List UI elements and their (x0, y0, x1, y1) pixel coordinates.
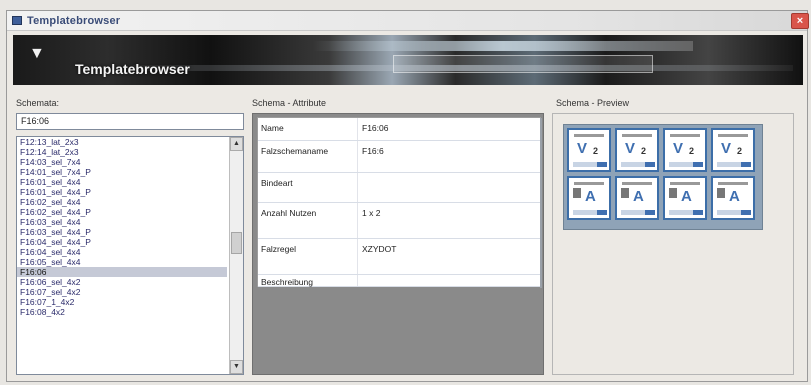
thumb-header-bar (670, 134, 700, 137)
scroll-thumb[interactable] (231, 232, 242, 254)
attribute-value[interactable]: XZYDOT (362, 244, 396, 254)
banner-highlight (393, 55, 653, 73)
thumb-header-bar (622, 134, 652, 137)
list-item[interactable]: F16:06_sel_4x2 (17, 277, 227, 287)
schema-thumbnail[interactable]: V2 (567, 128, 611, 172)
schema-thumbnail[interactable]: V2 (615, 128, 659, 172)
schema-thumbnail[interactable]: V2 (663, 128, 707, 172)
thumb-header-bar (574, 182, 604, 185)
list-item[interactable]: F16:02_sel_4x4_P (17, 207, 227, 217)
schema-thumbnail[interactable]: V2 (711, 128, 755, 172)
thumb-footer-accent (645, 210, 655, 215)
thumb-glyph: V (577, 140, 588, 157)
list-item[interactable]: F16:07_sel_4x2 (17, 287, 227, 297)
thumb-header-bar (718, 182, 748, 185)
attribute-row[interactable]: Name F16:06 (258, 118, 540, 141)
thumb-mini-block (669, 188, 677, 198)
attributes-label: Schema - Attribute (252, 98, 327, 108)
preview-label: Schema - Preview (556, 98, 630, 108)
schemata-list[interactable]: F12:13_lat_2x3 F12:14_lat_2x3 F14:03_sel_7… (16, 136, 244, 375)
list-item[interactable]: F16:08_4x2 (17, 307, 227, 317)
thumb-footer-accent (741, 210, 751, 215)
attribute-name: Falzschemaname (261, 146, 329, 156)
attribute-row[interactable]: Falzregel XZYDOT (258, 239, 540, 275)
thumb-header-bar (574, 134, 604, 137)
list-item[interactable]: F16:01_sel_4x4 (17, 177, 227, 187)
attribute-row[interactable]: Bindeart (258, 173, 540, 203)
table-edge (540, 118, 542, 288)
scroll-up-button[interactable]: ▲ (230, 137, 243, 151)
list-item[interactable]: F16:02_sel_4x4 (17, 197, 227, 207)
list-item[interactable]: F14:03_sel_7x4 (17, 157, 227, 167)
window-title: Templatebrowser (27, 15, 121, 27)
attribute-value[interactable]: F16:06 (362, 123, 388, 133)
attribute-row[interactable]: Falzschemaname F16:6 (258, 141, 540, 173)
thumb-footer-accent (597, 162, 607, 167)
header-banner: ▼ Templatebrowser (13, 35, 803, 85)
schema-thumbnail[interactable]: A (615, 176, 659, 220)
attribute-row[interactable]: Anzahl Nutzen 1 x 2 (258, 203, 540, 239)
list-item[interactable]: F16:03_sel_4x4 (17, 217, 227, 227)
thumb-glyph: A (585, 188, 596, 205)
attribute-name: Anzahl Nutzen (261, 208, 317, 218)
scroll-down-button[interactable]: ▼ (230, 360, 243, 374)
schemata-list-items: F12:13_lat_2x3 F12:14_lat_2x3 F14:03_sel_7… (17, 137, 243, 317)
thumb-number: 2 (593, 146, 599, 156)
schema-thumbnail[interactable]: A (567, 176, 611, 220)
thumb-footer-accent (741, 162, 751, 167)
thumb-number: 2 (737, 146, 743, 156)
thumb-header-bar (670, 182, 700, 185)
list-item[interactable]: F16:03_sel_4x4_P (17, 227, 227, 237)
attribute-value[interactable]: 1 x 2 (362, 208, 380, 218)
attributes-table: Name F16:06 Falzschemaname F16:6 Bindeart Anz… (257, 117, 542, 288)
list-item[interactable]: F16:07_1_4x2 (17, 297, 227, 307)
thumb-footer-accent (693, 162, 703, 167)
schema-preview-panel: V2V2V2V2AAAA (552, 113, 794, 375)
thumb-footer-accent (693, 210, 703, 215)
close-button[interactable]: × (791, 13, 809, 29)
schema-attributes-panel: Name F16:06 Falzschemaname F16:6 Bindeart Anz… (252, 113, 544, 375)
list-item[interactable]: F16:05_sel_4x4 (17, 257, 227, 267)
list-item[interactable]: F12:14_lat_2x3 (17, 147, 227, 157)
schema-filter-input[interactable]: F16:06 (16, 113, 244, 130)
attribute-name: Falzregel (261, 244, 296, 254)
attribute-name: Name (261, 123, 284, 133)
banner-streak (313, 41, 693, 51)
schema-thumbnail[interactable]: A (711, 176, 755, 220)
preview-thumbnails: V2V2V2V2AAAA (563, 124, 763, 230)
thumb-footer-accent (645, 162, 655, 167)
list-item[interactable]: F16:06 (17, 267, 227, 277)
thumb-glyph: V (625, 140, 636, 157)
thumb-glyph: A (729, 188, 740, 205)
thumb-glyph: V (721, 140, 732, 157)
schema-thumbnail[interactable]: A (663, 176, 707, 220)
thumb-mini-block (573, 188, 581, 198)
attribute-name: Beschreibung (261, 277, 313, 287)
thumb-glyph: A (681, 188, 692, 205)
schemata-label: Schemata: (16, 98, 60, 108)
thumb-header-bar (718, 134, 748, 137)
thumb-glyph: A (633, 188, 644, 205)
title-bar[interactable]: Templatebrowser × (7, 11, 809, 31)
thumb-mini-block (717, 188, 725, 198)
thumb-number: 2 (689, 146, 695, 156)
list-scrollbar[interactable]: ▲ ▼ (229, 137, 243, 374)
list-item[interactable]: F16:01_sel_4x4_P (17, 187, 227, 197)
thumb-glyph: V (673, 140, 684, 157)
thumb-header-bar (622, 182, 652, 185)
banner-title: Templatebrowser (75, 61, 190, 77)
list-item[interactable]: F16:04_sel_4x4 (17, 247, 227, 257)
thumb-footer-accent (597, 210, 607, 215)
thumb-number: 2 (641, 146, 647, 156)
list-item[interactable]: F12:13_lat_2x3 (17, 137, 227, 147)
attribute-row[interactable]: Beschreibung (258, 275, 540, 287)
chevron-down-icon: ▼ (29, 45, 45, 62)
attribute-value[interactable]: F16:6 (362, 146, 384, 156)
app-icon (12, 16, 22, 25)
attribute-name: Bindeart (261, 178, 293, 188)
list-item[interactable]: F14:01_sel_7x4_P (17, 167, 227, 177)
thumb-mini-block (621, 188, 629, 198)
list-item[interactable]: F16:04_sel_4x4_P (17, 237, 227, 247)
